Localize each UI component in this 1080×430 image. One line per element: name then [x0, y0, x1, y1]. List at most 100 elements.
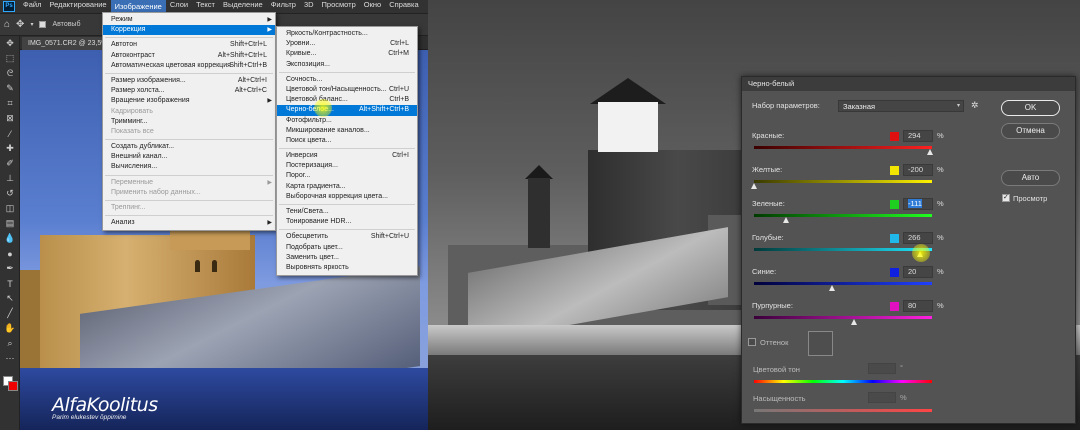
slider-track[interactable]	[754, 214, 932, 217]
auto-select-checkbox[interactable]	[39, 21, 47, 28]
chevron-down-icon[interactable]: ▾	[30, 21, 33, 28]
menu-item[interactable]: Обесцветить Shift+Ctrl+U	[277, 232, 417, 242]
menu-item[interactable]: Яркость/Контрастность...	[277, 29, 417, 39]
crop-icon[interactable]: ⌗	[0, 96, 20, 111]
slider-knob[interactable]	[829, 285, 836, 291]
gear-icon[interactable]: ✲	[971, 100, 979, 111]
menu-item[interactable]: Тени/Света...	[277, 207, 417, 217]
alfakoolitus-watermark: AlfaKoolitus Parim elukestev õppimine	[52, 394, 158, 421]
menu-item[interactable]: Кривые... Ctrl+M	[277, 49, 417, 59]
eraser-icon[interactable]: ◫	[0, 201, 20, 216]
blur-icon[interactable]: 💧	[0, 231, 20, 246]
hand-icon[interactable]: ✋	[0, 321, 20, 336]
brush-icon[interactable]: ✐	[0, 156, 20, 171]
menu-item[interactable]: Цветовой тон/Насыщенность... Ctrl+U	[277, 85, 417, 95]
line-tool-icon[interactable]: ╱	[0, 306, 20, 321]
slider-track[interactable]	[754, 248, 932, 251]
menu-item[interactable]: Редактирование	[45, 0, 110, 14]
more-tools-icon[interactable]: ⋯	[0, 351, 20, 366]
menu-item[interactable]: Внешний канал...	[103, 152, 275, 162]
ok-button[interactable]: OK	[1001, 100, 1060, 116]
tint-checkbox[interactable]	[748, 338, 756, 346]
tint-color-swatch[interactable]	[808, 331, 833, 356]
hue-slider-track[interactable]	[754, 380, 932, 383]
home-icon[interactable]: ⌂	[4, 19, 10, 30]
slider-value-field[interactable]: 80	[903, 300, 933, 312]
menu-item[interactable]: Цветовой баланс... Ctrl+B	[277, 95, 417, 105]
menu-item[interactable]: Тримминг...	[103, 117, 275, 127]
slider-track[interactable]	[754, 282, 932, 285]
menu-item[interactable]: Файл	[19, 0, 45, 14]
menu-item[interactable]: Сочность...	[277, 75, 417, 85]
hue-field[interactable]	[868, 363, 896, 374]
menu-item[interactable]: Просмотр	[318, 0, 360, 14]
menu-item[interactable]: Автотон Shift+Ctrl+L	[103, 40, 275, 50]
slider-knob[interactable]	[926, 149, 933, 155]
menu-item[interactable]: Размер изображения... Alt+Ctrl+I	[103, 76, 275, 86]
color-swatches[interactable]	[3, 376, 19, 392]
menu-item[interactable]: Вращение изображения ▶	[103, 96, 275, 106]
zoom-icon[interactable]: ⌕	[0, 336, 20, 351]
menu-item[interactable]: Уровни... Ctrl+L	[277, 39, 417, 49]
pen-icon[interactable]: ✒	[0, 261, 20, 276]
slider-value-field[interactable]: 20	[903, 266, 933, 278]
menu-item[interactable]: Вычисления...	[103, 162, 275, 172]
slider-value-field[interactable]: -200	[903, 164, 933, 176]
cancel-button[interactable]: Отмена	[1001, 123, 1060, 139]
menu-item[interactable]: Выровнять яркость	[277, 263, 417, 273]
menu-item[interactable]: Создать дубликат...	[103, 142, 275, 152]
history-brush-icon[interactable]: ↺	[0, 186, 20, 201]
menu-item[interactable]: Анализ ▶	[103, 218, 275, 228]
slider-value-field[interactable]: -111	[903, 198, 933, 210]
preview-checkbox[interactable]	[1002, 193, 1010, 202]
menu-item[interactable]: Автоконтраст Alt+Shift+Ctrl+L	[103, 51, 275, 61]
background-color-swatch[interactable]	[8, 381, 18, 391]
lasso-icon[interactable]: ᘓ	[0, 66, 20, 81]
marquee-icon[interactable]: ⬚	[0, 51, 20, 66]
menu-item[interactable]: Заменить цвет...	[277, 253, 417, 263]
menu-item[interactable]: Фотофильтр...	[277, 116, 417, 126]
slider-track[interactable]	[754, 180, 932, 183]
preset-select[interactable]: Заказная ▾	[838, 100, 964, 112]
menu-item[interactable]: Порог...	[277, 171, 417, 181]
path-select-icon[interactable]: ↖	[0, 291, 20, 306]
menu-item[interactable]: Размер холста... Alt+Ctrl+C	[103, 86, 275, 96]
healing-brush-icon[interactable]: ✚	[0, 141, 20, 156]
slider-value-field[interactable]: 266	[903, 232, 933, 244]
menu-item[interactable]: Окно	[360, 0, 385, 14]
menu-item-label: Заменить цвет...	[286, 253, 339, 261]
menu-item[interactable]: Коррекция ▶	[103, 25, 275, 36]
saturation-slider-track[interactable]	[754, 409, 932, 412]
menu-item[interactable]: Экспозиция...	[277, 60, 417, 70]
menu-item[interactable]: Тонирование HDR...	[277, 217, 417, 227]
clone-stamp-icon[interactable]: ⊥	[0, 171, 20, 186]
move-icon[interactable]: ✥	[0, 36, 20, 51]
menu-item[interactable]: Поиск цвета...	[277, 136, 417, 146]
frame-icon[interactable]: ⊠	[0, 111, 20, 126]
menu-item[interactable]: Инверсия Ctrl+I	[277, 151, 417, 161]
menu-item[interactable]: Карта градиента...	[277, 182, 417, 192]
slider-knob[interactable]	[850, 319, 857, 325]
gradient-icon[interactable]: ▤	[0, 216, 20, 231]
slider-track[interactable]	[754, 146, 932, 149]
menu-item[interactable]: 3D	[300, 0, 318, 14]
quick-select-icon[interactable]: ✎	[0, 81, 20, 96]
slider-value-field[interactable]: 294	[903, 130, 933, 142]
slider-knob[interactable]	[782, 217, 789, 223]
dodge-icon[interactable]: ●	[0, 246, 20, 261]
slider-track[interactable]	[754, 316, 932, 319]
menu-item[interactable]: Справка	[385, 0, 422, 14]
move-tool-icon[interactable]: ✥	[16, 19, 24, 30]
eyedropper-icon[interactable]: ⁄	[0, 126, 20, 141]
menu-item[interactable]: Постеризация...	[277, 161, 417, 171]
menu-item[interactable]: Черно-белое... Alt+Shift+Ctrl+B	[277, 105, 417, 116]
slider-knob[interactable]	[751, 183, 757, 189]
menu-item[interactable]: Микширование каналов...	[277, 126, 417, 136]
saturation-field[interactable]	[868, 392, 896, 403]
menu-item[interactable]: Режим ▶	[103, 15, 275, 25]
type-icon[interactable]: T	[0, 276, 20, 291]
menu-item[interactable]: Подобрать цвет...	[277, 243, 417, 253]
auto-button[interactable]: Авто	[1001, 170, 1060, 186]
menu-item[interactable]: Выборочная коррекция цвета...	[277, 192, 417, 202]
menu-item[interactable]: Автоматическая цветовая коррекция Shift+C…	[103, 61, 275, 71]
